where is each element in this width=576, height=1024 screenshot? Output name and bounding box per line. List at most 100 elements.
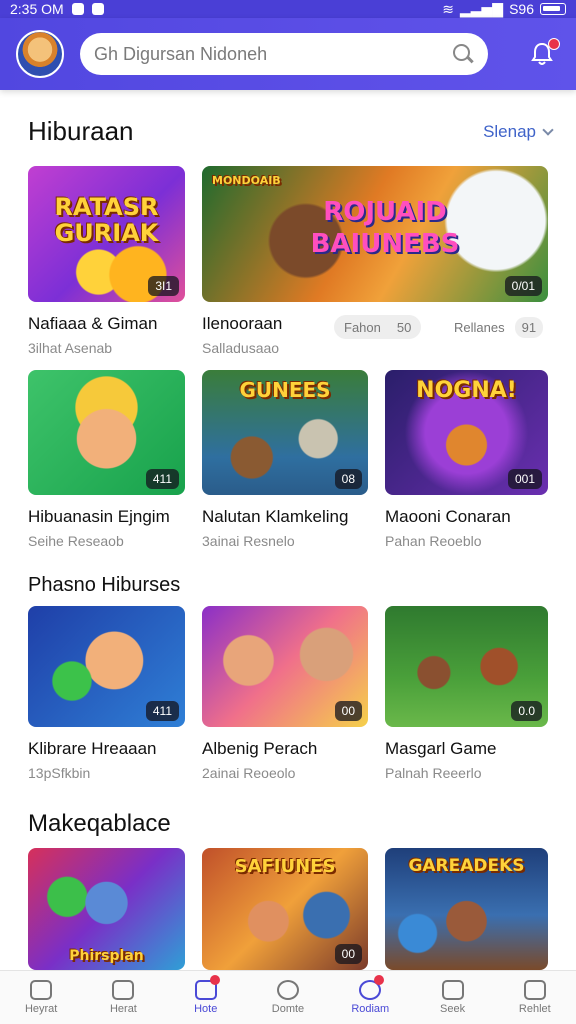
main-content: Hiburaan Slenap RATASR GURIAK 3I1 Nafiaa… bbox=[0, 90, 576, 970]
see-all-link[interactable]: Slenap bbox=[483, 121, 554, 142]
nav-label: Domte bbox=[271, 1003, 305, 1015]
filter-chip[interactable]: Rellanes 91 bbox=[450, 315, 553, 339]
status-time: 2:35 OM bbox=[10, 1, 64, 17]
home-icon bbox=[30, 980, 53, 1000]
card-subtitle: 3ilhat Asenab bbox=[28, 340, 113, 356]
search-icon[interactable] bbox=[452, 43, 474, 65]
nav-label: Hote bbox=[194, 1003, 218, 1015]
game-card[interactable]: Phirsplan bbox=[28, 848, 185, 970]
section-header: Hiburaan Slenap bbox=[28, 116, 554, 147]
bottom-navigation: Heyrat Herat Hote Domte Rodiam Seek Rehl… bbox=[0, 970, 576, 1024]
search-bar[interactable] bbox=[80, 33, 488, 75]
game-card[interactable]: SAFIUNES 00 bbox=[202, 848, 368, 970]
section-header: Makeqablace bbox=[28, 810, 552, 838]
card-badge: 001 bbox=[507, 469, 542, 489]
status-bar: 2:35 OM ≋ ▂▃▅▇ S96 bbox=[0, 0, 576, 18]
game-card[interactable]: 00 Albenig Perach 2ainai Reoeolo bbox=[202, 606, 368, 781]
section-title: Hiburaan bbox=[28, 116, 134, 146]
nav-label: Rodiam bbox=[351, 1003, 390, 1015]
chip-count: 50 bbox=[396, 319, 412, 335]
chip-label: Fahon bbox=[344, 319, 381, 335]
thumbnail-title: ROJUAID BAIUNEBS bbox=[310, 197, 460, 259]
card-thumbnail: MONDOAIB ROJUAID BAIUNEBS 0/01 bbox=[202, 166, 548, 302]
thumbnail-title: Phirsplan bbox=[69, 948, 144, 964]
thumbnail-title: GAREADEKS bbox=[408, 856, 525, 876]
section-title: Makeqablace bbox=[28, 810, 171, 837]
card-subtitle: Pahan Reoeblo bbox=[385, 533, 482, 549]
nav-item-domte[interactable]: Domte bbox=[247, 971, 329, 1024]
card-thumbnail: NOGNA! 001 bbox=[385, 370, 548, 495]
card-badge: 0.0 bbox=[511, 701, 542, 721]
chip-count: 91 bbox=[514, 316, 544, 338]
card-badge: 08 bbox=[334, 469, 362, 489]
card-thumbnail: Phirsplan bbox=[28, 848, 185, 970]
thumbnail-small-title: MONDOAIB bbox=[212, 174, 281, 187]
nav-label: Herat bbox=[109, 1003, 137, 1015]
card-title: Hibuanasin Ejngim bbox=[28, 507, 170, 526]
game-card[interactable]: NOGNA! 001 Maooni Conaran Pahan Reoeblo bbox=[385, 370, 548, 549]
nav-item-seek[interactable]: Seek bbox=[411, 971, 493, 1024]
wifi-icon: ≋ bbox=[442, 0, 454, 17]
card-thumbnail: 0.0 bbox=[385, 606, 548, 727]
avatar[interactable] bbox=[16, 30, 64, 78]
card-thumbnail: 411 bbox=[28, 370, 185, 495]
nav-item-herat[interactable]: Herat bbox=[82, 971, 164, 1024]
card-badge: 0/01 bbox=[504, 276, 542, 296]
card-thumbnail: GAREADEKS bbox=[385, 848, 548, 970]
game-card[interactable]: 411 Hibuanasin Ejngim Seihe Reseaob bbox=[28, 370, 185, 549]
card-badge: 00 bbox=[334, 944, 362, 964]
shield-icon bbox=[91, 3, 104, 15]
card-badge: 411 bbox=[145, 701, 179, 721]
card-title: Klibrare Hreaaan bbox=[28, 739, 157, 758]
thumbnail-title: NOGNA! bbox=[416, 378, 517, 403]
thumbnail-title: GUNEES bbox=[239, 378, 331, 402]
card-thumbnail: SAFIUNES 00 bbox=[202, 848, 368, 970]
signal-icon: ▂▃▅▇ bbox=[460, 0, 504, 17]
nav-badge-dot bbox=[374, 975, 385, 985]
game-card[interactable]: 0.0 Masgarl Game Palnah Reeerlo bbox=[385, 606, 548, 781]
card-subtitle: Seihe Reseaob bbox=[28, 533, 124, 549]
section-header: Phasno Hiburses bbox=[28, 574, 552, 597]
notification-dot bbox=[548, 38, 560, 50]
card-subtitle: 13pSfkbin bbox=[28, 765, 91, 781]
nav-item-hote[interactable]: Hote bbox=[165, 971, 247, 1024]
nav-item-heyrat[interactable]: Heyrat bbox=[0, 971, 82, 1024]
inbox-icon bbox=[112, 980, 135, 1000]
nav-label: Rehlet bbox=[518, 1003, 551, 1015]
card-thumbnail: 00 bbox=[202, 606, 368, 727]
card-subtitle: Salladusaao bbox=[202, 340, 280, 356]
game-card[interactable]: RATASR GURIAK 3I1 Nafiaaa & Giman 3ilhat… bbox=[28, 166, 185, 356]
section-title: Phasno Hiburses bbox=[28, 574, 181, 596]
card-title: Albenig Perach bbox=[202, 739, 318, 758]
see-all-label: Slenap bbox=[483, 121, 536, 141]
card-thumbnail: GUNEES 08 bbox=[202, 370, 368, 495]
battery-icon bbox=[540, 3, 566, 15]
card-subtitle: Palnah Reeerlo bbox=[385, 765, 482, 781]
card-thumbnail: 411 bbox=[28, 606, 185, 727]
thumbnail-title: RATASR GURIAK bbox=[54, 193, 159, 247]
nav-label: Seek bbox=[440, 1003, 466, 1015]
card-title: Nalutan Klamkeling bbox=[202, 507, 349, 526]
card-title: Nafiaaa & Giman bbox=[28, 314, 158, 333]
search-input[interactable] bbox=[94, 43, 452, 65]
filter-chip[interactable]: Fahon 50 bbox=[334, 315, 422, 339]
battery-level: S96 bbox=[509, 1, 534, 17]
card-badge: 00 bbox=[334, 701, 362, 721]
game-card[interactable]: GAREADEKS bbox=[385, 848, 548, 970]
notification-icon bbox=[71, 3, 84, 15]
app-bar bbox=[0, 18, 576, 90]
card-badge: 411 bbox=[145, 469, 179, 489]
nav-item-rodiam[interactable]: Rodiam bbox=[329, 971, 411, 1024]
card-subtitle: 2ainai Reoeolo bbox=[202, 765, 296, 781]
game-card[interactable]: 411 Klibrare Hreaaan 13pSfkbin bbox=[28, 606, 185, 781]
card-title: Masgarl Game bbox=[385, 739, 497, 758]
card-badge: 3I1 bbox=[148, 276, 179, 296]
nav-label: Heyrat bbox=[24, 1003, 58, 1015]
card-thumbnail: RATASR GURIAK 3I1 bbox=[28, 166, 185, 302]
game-card[interactable]: GUNEES 08 Nalutan Klamkeling 3ainai Resn… bbox=[202, 370, 368, 549]
notifications-button[interactable] bbox=[524, 36, 560, 72]
settings-icon bbox=[523, 980, 546, 1000]
nav-item-rehlet[interactable]: Rehlet bbox=[494, 971, 576, 1024]
chevron-down-icon bbox=[542, 123, 554, 136]
location-icon bbox=[276, 980, 299, 1000]
